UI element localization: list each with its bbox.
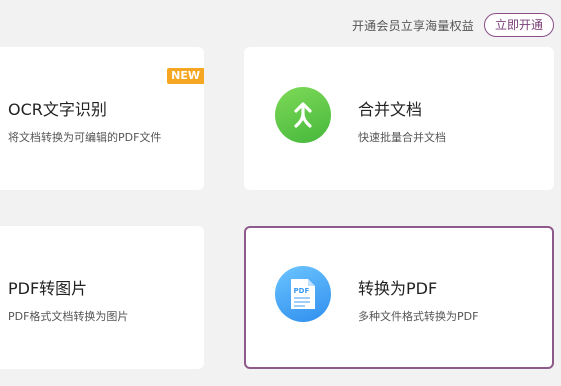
card-convert-to-pdf[interactable]: PDF 转换为PDF 多种文件格式转换为PDF	[244, 226, 554, 369]
membership-bar: 开通会员立享海量权益 立即开通	[352, 13, 554, 37]
card-description: 快速批量合并文档	[358, 131, 446, 144]
merge-arrow-icon	[275, 87, 331, 143]
card-pdf-to-image[interactable]: PDF转图片 PDF格式文档转换为图片	[0, 226, 204, 369]
card-merge-documents[interactable]: 合并文档 快速批量合并文档	[244, 47, 554, 190]
card-description: 多种文件格式转换为PDF	[358, 310, 479, 323]
card-title: OCR文字识别	[8, 100, 107, 119]
card-title: PDF转图片	[8, 279, 88, 298]
card-description: PDF格式文档转换为图片	[8, 310, 129, 323]
card-title: 合并文档	[358, 100, 423, 119]
card-ocr-text-recognition[interactable]: NEW OCR文字识别 将文档转换为可编辑的PDF文件	[0, 47, 204, 190]
pdf-document-icon: PDF	[275, 266, 331, 322]
card-title: 转换为PDF	[358, 279, 438, 298]
open-membership-button[interactable]: 立即开通	[483, 13, 554, 37]
membership-promo-text: 开通会员立享海量权益	[351, 18, 474, 33]
new-badge: NEW	[167, 68, 204, 84]
pdf-icon-label: PDF	[294, 287, 310, 295]
card-description: 将文档转换为可编辑的PDF文件	[8, 131, 162, 144]
